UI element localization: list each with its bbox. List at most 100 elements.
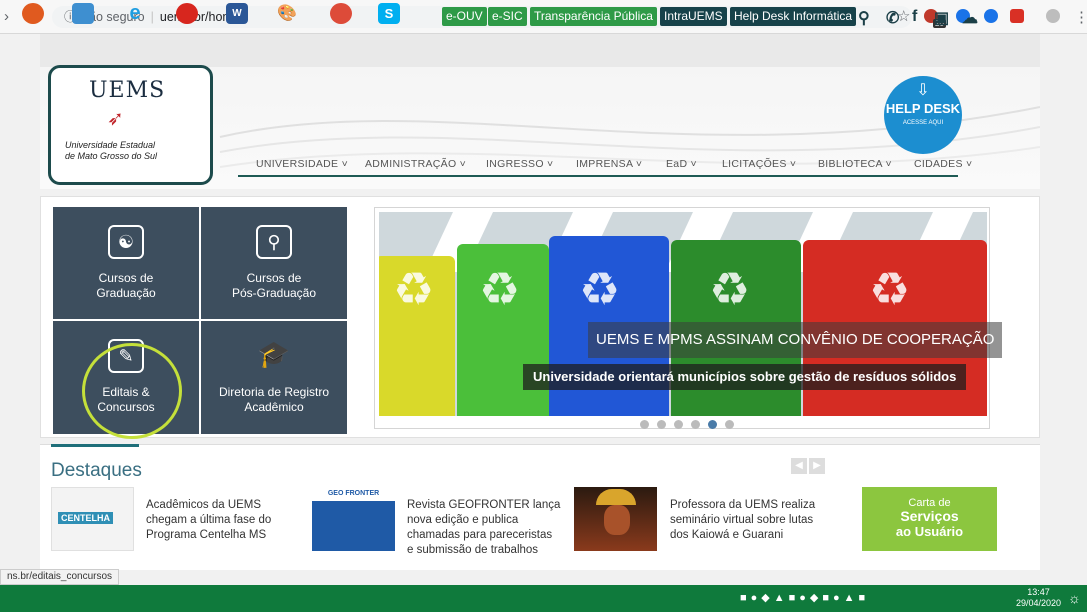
slider-dot[interactable]	[657, 420, 666, 429]
news-line: Revista GEOFRONTER lança	[407, 499, 561, 511]
arrow-down-icon: ⇩	[916, 82, 930, 99]
paint-icon[interactable]: 🎨	[276, 3, 298, 24]
notepad-icon[interactable]	[72, 3, 94, 24]
menu-underline	[238, 175, 958, 177]
notification-icon[interactable]: ☼	[1068, 590, 1081, 606]
phone-icon[interactable]: ✆	[886, 8, 899, 28]
tile-cursos-graduacao[interactable]: ☯ Cursos de Graduação	[53, 207, 199, 319]
firefox-icon[interactable]	[22, 3, 44, 24]
recycle-icon: ♻	[579, 263, 621, 315]
news-thumb-kaiowa[interactable]	[574, 487, 657, 551]
highlight-circle	[82, 343, 182, 439]
extension-icon[interactable]	[1010, 9, 1024, 23]
menu-licitacoes[interactable]: LICITAÇÕES ˅	[722, 158, 796, 170]
news-item[interactable]: Acadêmicos da UEMS chegam a última fase …	[146, 498, 306, 543]
news-line: seminário virtual sobre lutas	[670, 514, 814, 526]
news-item[interactable]: Professora da UEMS realiza seminário vir…	[670, 498, 830, 543]
thumb-label: GEO FRONTER	[312, 487, 395, 501]
windows-taskbar	[0, 585, 1087, 612]
site-top-bar	[40, 34, 1040, 67]
graduation-cap-icon: 🎓	[257, 339, 291, 369]
menu-administracao[interactable]: ADMINISTRAÇÃO ˅	[365, 158, 466, 170]
opera-icon[interactable]	[176, 3, 198, 24]
news-thumb-geofronter[interactable]: GEO FRONTER	[312, 487, 395, 551]
taskbar-clock[interactable]: 13:47 29/04/2020	[1016, 587, 1061, 609]
recycle-icon: ♻	[393, 263, 435, 315]
slider-dot[interactable]	[674, 420, 683, 429]
menu-universidade[interactable]: UNIVERSIDADE ˅	[256, 158, 348, 170]
news-line: chegam a última fase do	[146, 514, 272, 526]
recycle-icon: ♻	[869, 263, 911, 315]
banner-line: ao Usuário	[895, 524, 964, 539]
link-help-desk[interactable]: Help Desk Informática	[730, 7, 857, 26]
system-tray-icons[interactable]: ■●◆▲■●◆■●▲■	[740, 591, 869, 604]
extension-icon[interactable]	[984, 9, 998, 23]
recycle-icon: ♻	[479, 263, 521, 315]
carousel-arrows: ◀ ▶	[791, 455, 827, 474]
menu-ead[interactable]: EaD ˅	[666, 158, 697, 170]
section-accent-bar	[51, 444, 139, 447]
chrome-icon[interactable]	[330, 3, 352, 24]
instagram-icon[interactable]: ▣	[934, 8, 949, 28]
news-line: e submissão de trabalhos	[407, 544, 539, 556]
help-desk-subtitle: ACESSE AQUI	[902, 120, 944, 126]
tile-label: Cursos de	[246, 271, 302, 285]
news-line: Programa Centelha MS	[146, 529, 267, 541]
tile-label: Pós-Graduação	[231, 286, 317, 300]
internet-explorer-icon[interactable]: e	[124, 3, 146, 24]
search-icon[interactable]: ⚲	[858, 8, 870, 28]
section-title: Destaques	[51, 460, 142, 481]
graduate-icon: ☯	[108, 225, 144, 259]
logo-wordmark: UEMS	[89, 78, 166, 103]
banner-line: Serviços	[900, 508, 959, 524]
tile-label: Graduação	[96, 286, 156, 300]
link-e-ouv[interactable]: e-OUV	[442, 7, 487, 26]
headdress-shape	[596, 489, 636, 505]
menu-biblioteca[interactable]: BIBLIOTECA ˅	[818, 158, 892, 170]
tile-diretoria-registro[interactable]: 🎓 Diretoria de Registro Acadêmico	[201, 321, 347, 434]
link-intrauems[interactable]: IntraUEMS	[660, 7, 727, 26]
menu-cidades[interactable]: CIDADES ˅	[914, 158, 972, 170]
prev-arrow-icon[interactable]: ◀	[791, 458, 807, 474]
news-line: Acadêmicos da UEMS	[146, 499, 262, 511]
clock-date: 29/04/2020	[1016, 598, 1062, 608]
news-line: dos Kaiowá e Guarani	[670, 529, 784, 541]
link-e-sic[interactable]: e-SIC	[488, 7, 527, 26]
recycle-icon: ♻	[709, 263, 751, 315]
logo-subtitle-line: de Mato Grosso do Sul	[65, 151, 158, 161]
forward-icon[interactable]: ›	[4, 8, 9, 25]
next-arrow-icon[interactable]: ▶	[809, 458, 825, 474]
skype-icon[interactable]: S	[378, 3, 400, 24]
slider-dot-active[interactable]	[708, 420, 717, 429]
slider-dot[interactable]	[725, 420, 734, 429]
news-slider[interactable]: ♻ ♻ ♻ ♻ ♻	[374, 207, 990, 429]
carta-servicos-banner[interactable]: Carta de Serviços ao Usuário	[862, 487, 997, 551]
slider-dot[interactable]	[691, 420, 700, 429]
tile-label: Cursos de	[98, 271, 154, 285]
news-thumb-centelha[interactable]: CENTELHA	[51, 487, 134, 551]
thumb-label: CENTELHA	[58, 512, 113, 524]
tile-label: Acadêmico	[244, 400, 304, 414]
uems-logo[interactable]: UEMS ➶ Universidade Estadual de Mato Gro…	[48, 65, 213, 185]
slide-caption-subtitle[interactable]: Universidade orientará municípios sobre …	[523, 364, 967, 390]
word-icon[interactable]: W	[226, 3, 248, 24]
news-item[interactable]: Revista GEOFRONTER lança nova edição e p…	[407, 498, 567, 558]
news-line: nova edição e publica	[407, 514, 519, 526]
facebook-icon[interactable]: f	[912, 8, 917, 26]
menu-dots-icon[interactable]: ⋮	[1074, 8, 1087, 26]
menu-imprensa[interactable]: IMPRENSA ˅	[576, 158, 642, 170]
logo-swoosh-icon: ➶	[107, 108, 124, 130]
soundcloud-icon[interactable]: ☁	[962, 8, 978, 28]
status-bar-url: ns.br/editais_concursos	[0, 569, 120, 585]
help-desk-title: HELP DESK	[885, 101, 961, 116]
news-line: Professora da UEMS realiza	[670, 499, 816, 511]
slide-caption-title[interactable]: UEMS E MPMS ASSINAM CONVÊNIO DE COOPERAÇ…	[588, 322, 1003, 358]
menu-ingresso[interactable]: INGRESSO ˅	[486, 158, 553, 170]
logo-subtitle: Universidade Estadual de Mato Grosso do …	[65, 140, 157, 162]
slider-dot[interactable]	[640, 420, 649, 429]
help-desk-badge[interactable]: ⇩ HELP DESK ACESSE AQUI	[884, 76, 962, 154]
link-transparencia[interactable]: Transparência Pública	[530, 7, 657, 26]
tile-label: Diretoria de Registro	[218, 385, 330, 399]
profile-avatar-icon[interactable]	[1046, 9, 1060, 23]
tile-cursos-pos-graduacao[interactable]: ⚲ Cursos de Pós-Graduação	[201, 207, 347, 319]
